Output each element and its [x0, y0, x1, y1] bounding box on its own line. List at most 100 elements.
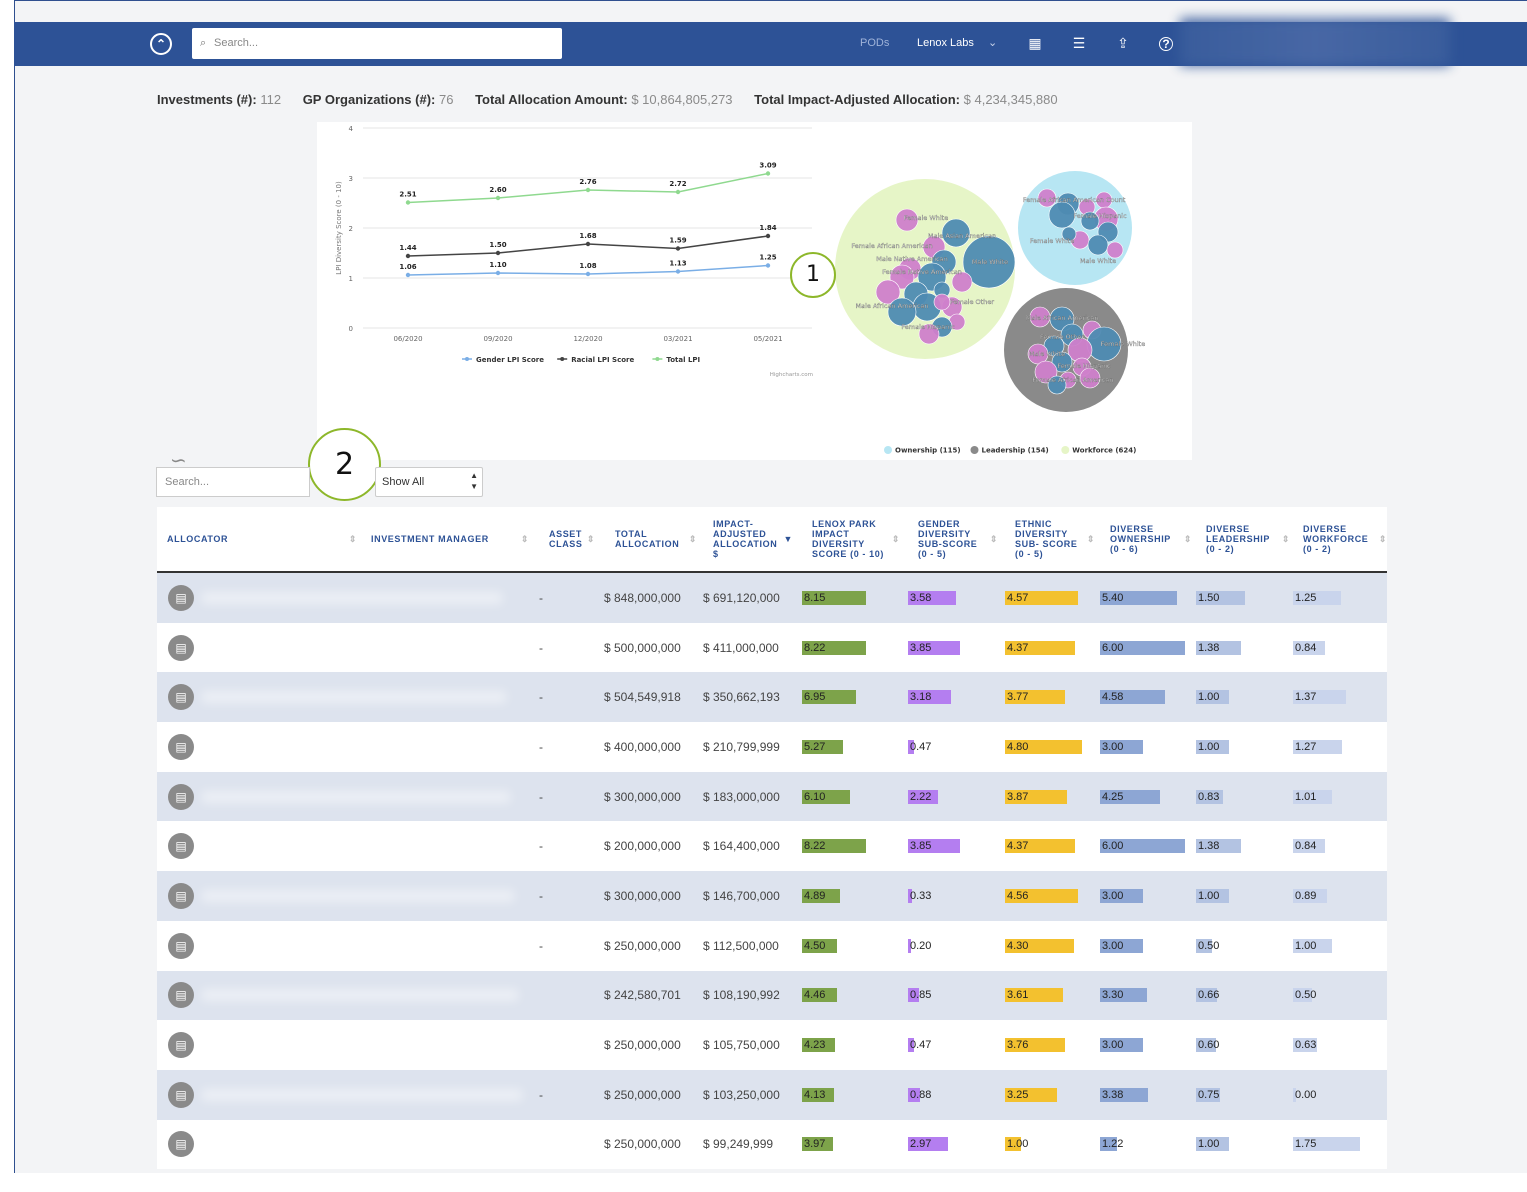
- table-row[interactable]: ▤ $ 250,000,000 $ 99,249,999 3.97 2.97 1.00 1.…: [157, 1119, 1387, 1170]
- sort-icon[interactable]: ⇕: [521, 534, 529, 544]
- lead-score-value: 1.00: [1198, 889, 1220, 902]
- gender-score-bar: 2.97: [908, 1137, 949, 1152]
- calendar-icon[interactable]: ▦: [1026, 34, 1044, 52]
- table-row[interactable]: ▤ $ 250,000,000 $ 105,750,000 4.23 0.47 3.76 3…: [157, 1020, 1387, 1070]
- sort-icon[interactable]: ⇕: [990, 534, 998, 544]
- allocator-avatar-icon[interactable]: ▤: [168, 882, 194, 909]
- allocator-avatar-icon[interactable]: ▤: [168, 584, 194, 611]
- bubble-label: Male White: [972, 258, 1008, 266]
- lead-score-value: 1.38: [1198, 840, 1220, 853]
- show-filter-select[interactable]: Show All ▲ ▼: [375, 467, 483, 497]
- ethnic-score-bar: 4.56: [1005, 888, 1078, 903]
- ethnic-score-bar: 4.30: [1005, 938, 1074, 953]
- data-point: [585, 271, 591, 277]
- legend-marker: [970, 446, 979, 454]
- sort-icon[interactable]: ⇕: [689, 534, 697, 544]
- redacted-allocator-name: [202, 1138, 559, 1151]
- redacted-allocator-name: [202, 591, 502, 604]
- col-total-allocation[interactable]: TOTAL ALLOCATION ⇕: [615, 507, 697, 571]
- sort-icon[interactable]: ⇕: [1379, 534, 1387, 544]
- user-menu-redacted[interactable]: [1180, 18, 1450, 66]
- lpi-line-chart[interactable]: 0 1 2 3 4 LPI Diversity Score (0 - 10) 06/2020…: [317, 122, 827, 382]
- app-logo-icon[interactable]: ⌃: [150, 33, 172, 55]
- gender-score-value: 2.97: [910, 1138, 932, 1151]
- impact-allocation-label: Total Impact-Adjusted Allocation:: [754, 92, 961, 107]
- data-label: 1.13: [669, 260, 686, 268]
- database-icon[interactable]: ☰: [1070, 34, 1088, 52]
- data-label: 1.10: [489, 261, 506, 269]
- data-label: 1.68: [579, 232, 596, 240]
- table-row[interactable]: ▤ - $ 500,000,000 $ 411,000,000 8.22 3.85 4.37…: [157, 622, 1387, 673]
- col-lpi-score[interactable]: LENOX PARK IMPACT DIVERSITY SCORE (0 - 1…: [812, 507, 900, 571]
- ethnic-score-value: 4.37: [1007, 641, 1029, 654]
- lpi-score-value: 6.95: [804, 691, 826, 704]
- col-diverse-workforce[interactable]: DIVERSE WORKFORCE (0 - 2) ⇕: [1303, 507, 1387, 571]
- sort-icon[interactable]: ⇕: [1184, 534, 1192, 544]
- table-row[interactable]: ▤ - $ 250,000,000 $ 103,250,000 4.13 0.88 3.25…: [157, 1069, 1387, 1120]
- lead-score-bar: 0.83: [1196, 789, 1223, 804]
- allocator-avatar-icon[interactable]: ▤: [168, 1032, 194, 1059]
- lpi-score-bar: 6.95: [802, 690, 857, 705]
- table-row[interactable]: ▤ - $ 848,000,000 $ 691,120,000 8.15 3.58 4.57…: [157, 573, 1387, 623]
- table-row[interactable]: ▤ - $ 504,549,918 $ 350,662,193 6.95 3.18 3.77…: [157, 672, 1387, 723]
- investments-value: 112: [260, 92, 282, 107]
- col-asset-class[interactable]: ASSET CLASS ⇕: [549, 507, 595, 571]
- col-impact-adjusted[interactable]: IMPACT-ADJUSTED ALLOCATION $ ▼: [713, 507, 793, 571]
- allocator-avatar-icon[interactable]: ▤: [168, 634, 194, 661]
- work-score-value: 0.89: [1295, 889, 1317, 902]
- table-row[interactable]: ▤ - $ 200,000,000 $ 164,400,000 8.22 3.85 4.37…: [157, 821, 1387, 872]
- bubble: [933, 293, 951, 311]
- y-tick-label: 2: [349, 225, 353, 233]
- ethnic-score-bar: 3.61: [1005, 988, 1063, 1003]
- table-row[interactable]: ▤ - $ 300,000,000 $ 183,000,000 6.10 2.22 3.87…: [157, 771, 1387, 822]
- share-icon[interactable]: ⇪: [1114, 34, 1132, 52]
- y-tick-label: 3: [349, 175, 353, 183]
- lead-score-bar: 1.00: [1196, 690, 1229, 705]
- table-search-input[interactable]: Search...: [156, 467, 310, 497]
- allocator-avatar-icon[interactable]: ▤: [168, 982, 194, 1009]
- help-icon[interactable]: ?: [1159, 37, 1173, 51]
- ethnic-score-bar: 4.57: [1005, 590, 1079, 605]
- diversity-bubble-chart[interactable]: Female White Male Asian American Female Af…: [832, 122, 1192, 460]
- allocator-avatar-icon[interactable]: ▤: [168, 932, 194, 959]
- lpi-score-value: 8.15: [804, 591, 826, 604]
- allocator-avatar-icon[interactable]: ▤: [168, 1081, 194, 1108]
- asset-class-cell: -: [539, 590, 543, 605]
- allocator-avatar-icon[interactable]: ▤: [168, 1131, 194, 1158]
- bubble-label: Female White: [904, 214, 948, 222]
- sort-desc-icon[interactable]: ▼: [783, 534, 793, 544]
- table-row[interactable]: ▤ $ 242,580,701 $ 108,190,992 4.46 0.85 3.61 3…: [157, 970, 1387, 1021]
- own-score-value: 3.00: [1102, 889, 1124, 902]
- chevron-down-icon[interactable]: ⌄: [988, 36, 997, 49]
- allocator-avatar-icon[interactable]: ▤: [168, 684, 194, 711]
- pods-link[interactable]: PODs: [860, 37, 889, 49]
- col-ethnic-sub-score[interactable]: ETHNIC DIVERSITY SUB- SCORE (0 - 5) ⇕: [1015, 507, 1095, 571]
- sort-icon[interactable]: ⇕: [1087, 534, 1095, 544]
- work-score-bar: 1.25: [1293, 590, 1342, 605]
- redacted-allocator-name: [202, 691, 506, 704]
- allocator-avatar-icon[interactable]: ▤: [168, 833, 194, 860]
- col-diverse-leadership[interactable]: DIVERSE LEADERSHIP (0 - 2) ⇕: [1206, 507, 1290, 571]
- own-score-value: 6.00: [1102, 840, 1124, 853]
- data-label: 1.84: [759, 224, 776, 232]
- sort-icon[interactable]: ⇕: [587, 534, 595, 544]
- data-label: 2.72: [669, 180, 686, 188]
- col-diverse-ownership[interactable]: DIVERSE OWNERSHIP (0 - 6) ⇕: [1110, 507, 1192, 571]
- organization-selector[interactable]: Lenox Labs: [917, 37, 974, 49]
- col-allocator[interactable]: ALLOCATOR ⇕: [167, 507, 357, 571]
- allocator-avatar-icon[interactable]: ▤: [168, 733, 194, 760]
- col-impact-adjusted-label: IMPACT-ADJUSTED ALLOCATION $: [713, 519, 778, 559]
- global-search-input[interactable]: ⌕ Search...: [192, 28, 562, 59]
- table-row[interactable]: ▤ - $ 300,000,000 $ 146,700,000 4.89 0.33 4.56…: [157, 871, 1387, 921]
- sort-icon[interactable]: ⇕: [1282, 534, 1290, 544]
- legend-marker: [560, 357, 565, 361]
- table-row[interactable]: ▤ - $ 400,000,000 $ 210,799,999 5.27 0.47 4.80…: [157, 722, 1387, 772]
- sort-icon[interactable]: ⇕: [349, 534, 357, 544]
- col-investment-manager[interactable]: INVESTMENT MANAGER ⇕: [371, 507, 529, 571]
- allocator-avatar-icon[interactable]: ▤: [168, 783, 194, 810]
- sort-icon[interactable]: ⇕: [892, 534, 900, 544]
- lead-score-value: 0.50: [1198, 939, 1220, 952]
- bubble-label: Female African American: [1032, 376, 1113, 384]
- table-row[interactable]: ▤ - $ 250,000,000 $ 112,500,000 4.50 0.20 4.30…: [157, 920, 1387, 971]
- col-gender-sub-score[interactable]: GENDER DIVERSITY SUB-SCORE (0 - 5) ⇕: [918, 507, 998, 571]
